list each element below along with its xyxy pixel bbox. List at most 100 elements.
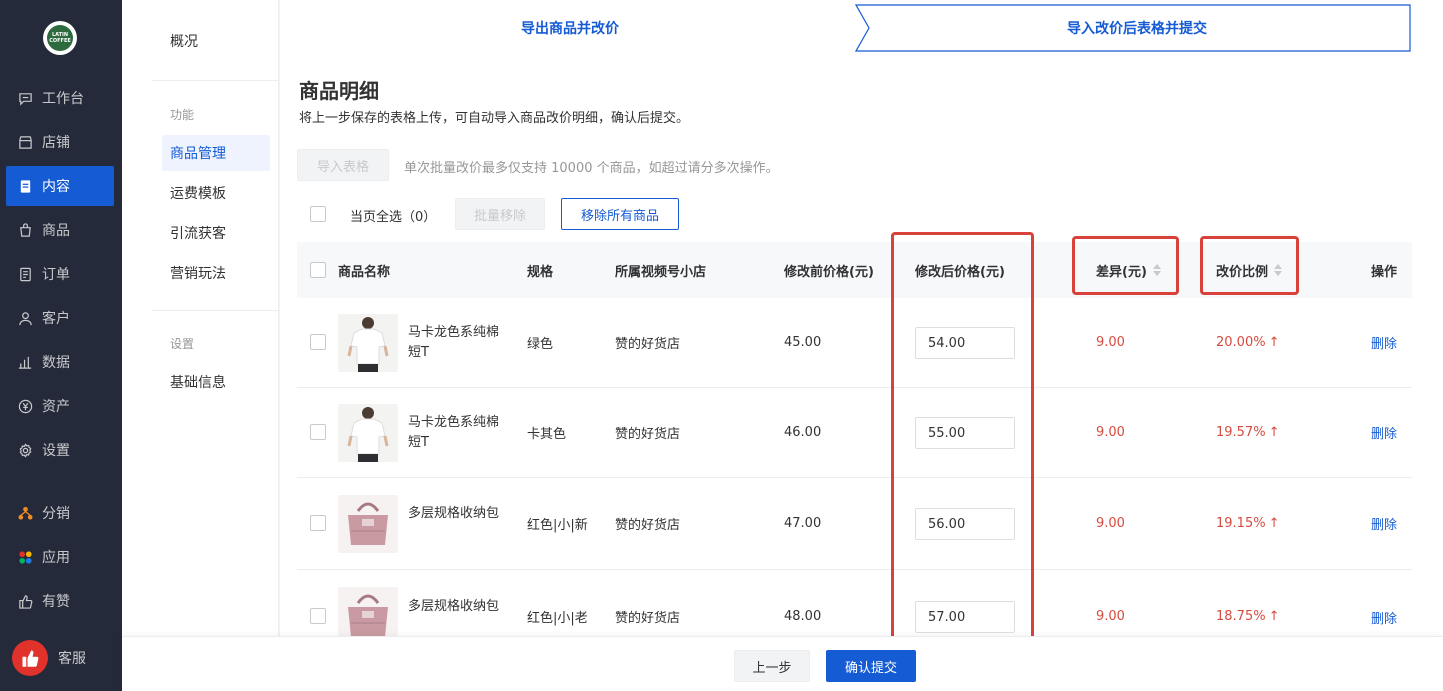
batch-remove-button[interactable]: 批量移除 [455,198,545,230]
delete-link[interactable]: 删除 [1371,298,1397,387]
ratio-value: 18.75% [1216,608,1266,624]
subnav-item-basic-info[interactable]: 基础信息 [162,364,270,400]
shop-cell: 赞的好货店 [615,610,681,626]
nav-item-data[interactable]: 数据 [6,342,114,382]
select-all-label: 当页全选（0） [350,210,437,225]
confirm-submit-button[interactable]: 确认提交 [826,650,916,682]
row-checkbox[interactable] [310,334,326,350]
highlight-diff-header [1072,236,1179,295]
spec-cell: 红色|小|老 [527,610,588,626]
step-export[interactable]: 导出商品并改价 [280,4,860,52]
arrow-up-icon: ↑ [1268,516,1280,531]
header-action: 操作 [1371,264,1398,280]
nav-item-content[interactable]: 内容 [6,166,114,206]
subnav-item-shipping-template[interactable]: 运费模板 [162,175,270,211]
nav-label: 内容 [42,179,70,195]
product-name[interactable]: 马卡龙色系纯棉短T [408,413,508,453]
header-name: 商品名称 [338,264,391,280]
nav-label: 资产 [42,399,70,415]
customer-service[interactable]: 客服 [12,640,86,676]
logo-emblem: LATIN COFFEE [47,25,73,51]
shop-cell: 赞的好货店 [615,337,681,352]
network-icon [17,505,33,521]
ratio-cell: 20.00% ↑ [1216,298,1279,387]
subnav-item-marketing[interactable]: 营销玩法 [162,255,270,291]
import-table-button[interactable]: 导入表格 [297,149,389,181]
nav-item-settings[interactable]: 设置 [6,430,114,470]
brand-logo[interactable]: LATIN COFFEE [43,21,77,55]
table-row: 多层规格收纳包 红色|小|新 赞的好货店 47.00 56.00 9.00 19… [297,478,1412,570]
spec-cell: 红色|小|新 [527,518,588,533]
thumb-icon [17,593,33,609]
nav-item-store[interactable]: 店铺 [6,122,114,162]
table-row: 多层规格收纳包 红色|小|老 赞的好货店 48.00 57.00 9.00 18… [297,570,1412,636]
footer-bar: 上一步 确认提交 [122,636,1443,691]
ratio-cell: 19.15% ↑ [1216,478,1279,569]
row-checkbox[interactable] [310,608,326,624]
chat-icon [17,90,33,106]
nav-item-goods[interactable]: 商品 [6,210,114,250]
row-checkbox[interactable] [310,515,326,531]
shop-cell: 赞的好货店 [615,427,681,442]
select-all-checkbox[interactable] [310,206,326,222]
diff-cell: 9.00 [1096,335,1125,350]
delete-link[interactable]: 删除 [1371,607,1397,627]
product-name[interactable]: 多层规格收纳包 [408,504,508,524]
nav-item-assets[interactable]: 资产 [6,386,114,426]
header-price-before: 修改前价格(元) [784,264,874,280]
nav-label: 有赞 [42,594,70,610]
step-import[interactable]: 导入改价后表格并提交 [855,4,1411,52]
product-image [338,404,398,462]
list-icon [17,266,33,282]
nav-label: 客户 [42,311,70,327]
page-description: 将上一步保存的表格上传，可自动导入商品改价明细，确认后提交。 [299,111,690,126]
nav-item-youzan[interactable]: 有赞 [6,581,114,621]
price-before-cell: 46.00 [784,425,822,440]
section-label-settings: 设置 [170,337,195,351]
nav-label: 店铺 [42,135,70,151]
price-before-cell: 47.00 [784,516,822,531]
main-sidebar: LATIN COFFEE 工作台 店铺 内容 商品 订单 客户 数据 资产 设置 … [0,0,122,691]
store-icon [17,134,33,150]
subnav-item-goods-management[interactable]: 商品管理 [162,135,270,171]
previous-step-button[interactable]: 上一步 [734,650,810,682]
subnav-overview[interactable]: 概况 [162,23,270,59]
arrow-up-icon: ↑ [1268,608,1280,624]
ratio-cell: 18.75% ↑ [1216,606,1279,626]
nav-label: 商品 [42,223,70,239]
nav-item-apps[interactable]: 应用 [6,537,114,577]
delete-link[interactable]: 删除 [1371,388,1397,477]
arrow-up-icon: ↑ [1268,335,1280,350]
nav-item-workbench[interactable]: 工作台 [6,78,114,118]
bar-chart-icon [17,354,33,370]
row-checkbox[interactable] [310,424,326,440]
header-checkbox[interactable] [310,262,326,278]
divider [152,80,279,81]
nav-item-customers[interactable]: 客户 [6,298,114,338]
product-image [338,314,398,372]
nav-label: 数据 [42,355,70,371]
gear-icon [17,442,33,458]
thumb-up-icon [12,640,48,676]
main-content: 导出商品并改价 导入改价后表格并提交 商品明细 将上一步保存的表格上传，可自动导… [280,0,1443,643]
nav-item-distribution[interactable]: 分销 [6,493,114,533]
document-icon [17,178,33,194]
ratio-value: 20.00% [1216,335,1266,350]
ratio-value: 19.15% [1216,516,1266,531]
product-name[interactable]: 马卡龙色系纯棉短T [408,323,508,363]
subnav-item-traffic[interactable]: 引流获客 [162,215,270,251]
product-name[interactable]: 多层规格收纳包 [408,597,508,617]
page-title: 商品明细 [299,79,379,103]
delete-link[interactable]: 删除 [1371,478,1397,569]
nav-label: 订单 [42,267,70,283]
diff-cell: 9.00 [1096,516,1125,531]
product-image [338,495,398,553]
remove-all-button[interactable]: 移除所有商品 [561,198,679,230]
nav-item-orders[interactable]: 订单 [6,254,114,294]
divider [152,310,279,311]
user-icon [17,310,33,326]
nav-label: 应用 [42,550,70,566]
step-bar: 导出商品并改价 导入改价后表格并提交 [280,4,1411,52]
yen-icon [17,398,33,414]
bag-icon [17,222,33,238]
